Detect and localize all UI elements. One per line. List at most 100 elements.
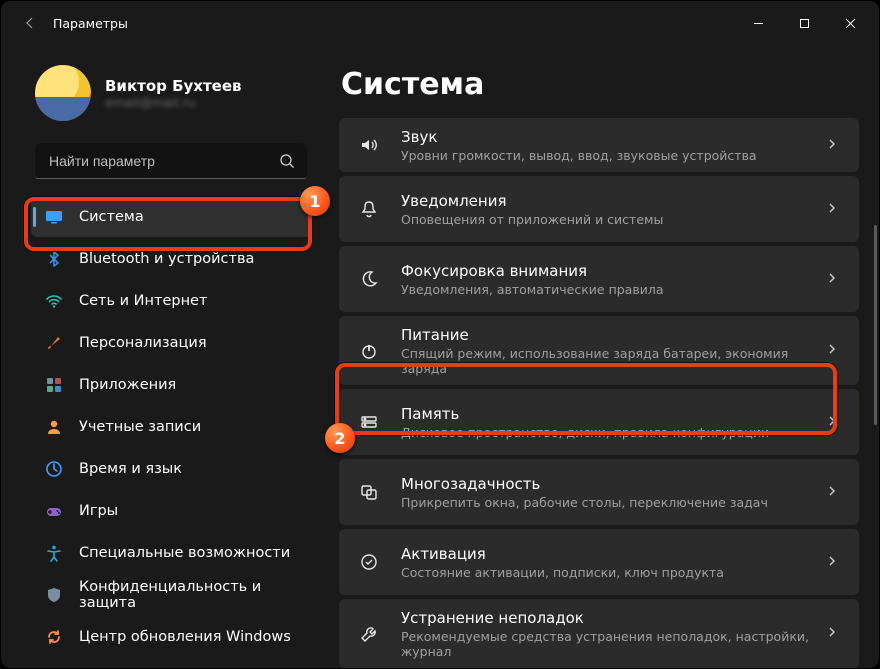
sound-icon bbox=[345, 135, 393, 155]
settings-row-6[interactable]: Активация Состояние активации, подписки,… bbox=[339, 529, 859, 595]
chevron-right-icon bbox=[825, 136, 839, 155]
sidebar-item-10[interactable]: Центр обновления Windows bbox=[31, 617, 311, 657]
settings-row-1[interactable]: Уведомления Оповещения от приложений и с… bbox=[339, 176, 859, 242]
activation-icon bbox=[345, 552, 393, 572]
settings-list: Звук Уровни громкости, вывод, ввод, звук… bbox=[339, 118, 859, 668]
sidebar-item-5[interactable]: Учетные записи bbox=[31, 407, 311, 447]
clock-globe-icon bbox=[45, 460, 63, 478]
row-subtitle: Прикрепить окна, рабочие столы, переключ… bbox=[401, 495, 817, 510]
chevron-right-icon bbox=[825, 413, 839, 432]
accessibility-icon bbox=[45, 544, 63, 562]
row-title: Устранение неполадок bbox=[401, 609, 817, 627]
settings-row-2[interactable]: Фокусировка внимания Уведомления, автома… bbox=[339, 246, 859, 312]
back-button[interactable] bbox=[13, 6, 47, 40]
sidebar-item-label: Bluetooth и устройства bbox=[79, 251, 254, 267]
minimize-icon bbox=[753, 18, 764, 29]
close-icon bbox=[845, 18, 856, 29]
chevron-right-icon bbox=[825, 200, 839, 219]
row-subtitle: Рекомендуемые средства устранения непола… bbox=[401, 629, 817, 659]
settings-row-5[interactable]: Многозадачность Прикрепить окна, рабочие… bbox=[339, 459, 859, 525]
maximize-button[interactable] bbox=[781, 6, 827, 40]
row-texts: Активация Состояние активации, подписки,… bbox=[401, 545, 817, 580]
sidebar-item-1[interactable]: Bluetooth и устройства bbox=[31, 239, 311, 279]
settings-row-7[interactable]: Устранение неполадок Рекомендуемые средс… bbox=[339, 599, 859, 668]
shield-icon bbox=[45, 586, 63, 604]
sidebar-item-3[interactable]: Персонализация bbox=[31, 323, 311, 363]
window-controls bbox=[735, 6, 873, 40]
sidebar-item-0[interactable]: Система bbox=[31, 197, 311, 237]
sidebar-item-6[interactable]: Время и язык bbox=[31, 449, 311, 489]
display-icon bbox=[45, 208, 63, 226]
row-title: Звук bbox=[401, 128, 817, 146]
settings-row-3[interactable]: Питание Спящий режим, использование заря… bbox=[339, 316, 859, 385]
row-title: Фокусировка внимания bbox=[401, 262, 817, 280]
search-icon bbox=[279, 153, 295, 169]
badge-2: 2 bbox=[325, 423, 355, 453]
arrow-left-icon bbox=[22, 15, 38, 31]
sidebar-item-label: Игры bbox=[79, 503, 118, 519]
row-texts: Фокусировка внимания Уведомления, автома… bbox=[401, 262, 817, 297]
sidebar-item-9[interactable]: Конфиденциальность и защита bbox=[31, 575, 311, 615]
person-icon bbox=[45, 418, 63, 436]
row-title: Активация bbox=[401, 545, 817, 563]
sidebar-item-7[interactable]: Игры bbox=[31, 491, 311, 531]
sidebar-item-label: Сеть и Интернет bbox=[79, 293, 207, 309]
row-subtitle: Состояние активации, подписки, ключ прод… bbox=[401, 565, 817, 580]
search-box[interactable] bbox=[35, 143, 307, 179]
row-title: Уведомления bbox=[401, 192, 817, 210]
chevron-right-icon bbox=[825, 483, 839, 502]
titlebar: Параметры bbox=[1, 1, 879, 45]
chevron-right-icon bbox=[825, 270, 839, 289]
brush-icon bbox=[45, 334, 63, 352]
sidebar-item-label: Специальные возможности bbox=[79, 545, 290, 561]
settings-row-4[interactable]: Память Дисковое пространство, диски, пра… bbox=[339, 389, 859, 455]
minimize-button[interactable] bbox=[735, 6, 781, 40]
sidebar-item-label: Учетные записи bbox=[79, 419, 201, 435]
row-subtitle: Уведомления, автоматические правила bbox=[401, 282, 817, 297]
avatar bbox=[35, 65, 91, 121]
bell-icon bbox=[345, 199, 393, 219]
update-icon bbox=[45, 628, 63, 646]
nav: Система Bluetooth и устройства Сеть и Ин… bbox=[31, 197, 311, 657]
profile-email: email@mail.ru bbox=[105, 95, 242, 110]
chevron-right-icon bbox=[825, 553, 839, 572]
sidebar-item-label: Центр обновления Windows bbox=[79, 629, 291, 645]
main: Система Звук Уровни громкости, вывод, вв… bbox=[321, 45, 879, 668]
sidebar-item-label: Персонализация bbox=[79, 335, 207, 351]
page-title: Система bbox=[341, 67, 859, 102]
power-icon bbox=[345, 341, 393, 361]
row-texts: Питание Спящий режим, использование заря… bbox=[401, 326, 817, 376]
sidebar-item-8[interactable]: Специальные возможности bbox=[31, 533, 311, 573]
settings-row-0[interactable]: Звук Уровни громкости, вывод, ввод, звук… bbox=[339, 118, 859, 172]
moon-icon bbox=[345, 269, 393, 289]
profile-texts: Виктор Бухтеев email@mail.ru bbox=[105, 77, 242, 110]
window-title: Параметры bbox=[53, 16, 128, 31]
sidebar-item-2[interactable]: Сеть и Интернет bbox=[31, 281, 311, 321]
chevron-right-icon bbox=[825, 341, 839, 360]
sidebar-item-label: Конфиденциальность и защита bbox=[79, 579, 297, 611]
row-texts: Звук Уровни громкости, вывод, ввод, звук… bbox=[401, 128, 817, 163]
game-icon bbox=[45, 502, 63, 520]
scrollbar[interactable] bbox=[874, 225, 877, 425]
row-subtitle: Спящий режим, использование заряда батар… bbox=[401, 346, 817, 376]
sidebar-item-label: Система bbox=[79, 209, 144, 225]
search-input[interactable] bbox=[47, 152, 279, 170]
row-texts: Многозадачность Прикрепить окна, рабочие… bbox=[401, 475, 817, 510]
troubleshoot-icon bbox=[345, 624, 393, 644]
maximize-icon bbox=[799, 18, 810, 29]
row-subtitle: Уровни громкости, вывод, ввод, звуковые … bbox=[401, 148, 817, 163]
sidebar-item-4[interactable]: Приложения bbox=[31, 365, 311, 405]
content: Виктор Бухтеев email@mail.ru Система Blu… bbox=[1, 45, 879, 668]
sidebar-item-label: Время и язык bbox=[79, 461, 182, 477]
sidebar-item-label: Приложения bbox=[79, 377, 176, 393]
row-texts: Устранение неполадок Рекомендуемые средс… bbox=[401, 609, 817, 659]
row-title: Память bbox=[401, 405, 817, 423]
row-texts: Уведомления Оповещения от приложений и с… bbox=[401, 192, 817, 227]
multitask-icon bbox=[345, 482, 393, 502]
sidebar: Виктор Бухтеев email@mail.ru Система Blu… bbox=[11, 45, 321, 668]
profile-block[interactable]: Виктор Бухтеев email@mail.ru bbox=[35, 65, 311, 121]
settings-window: Параметры Виктор Бухтеев email@mail.ru bbox=[0, 0, 880, 669]
close-button[interactable] bbox=[827, 6, 873, 40]
apps-icon bbox=[45, 376, 63, 394]
row-texts: Память Дисковое пространство, диски, пра… bbox=[401, 405, 817, 440]
